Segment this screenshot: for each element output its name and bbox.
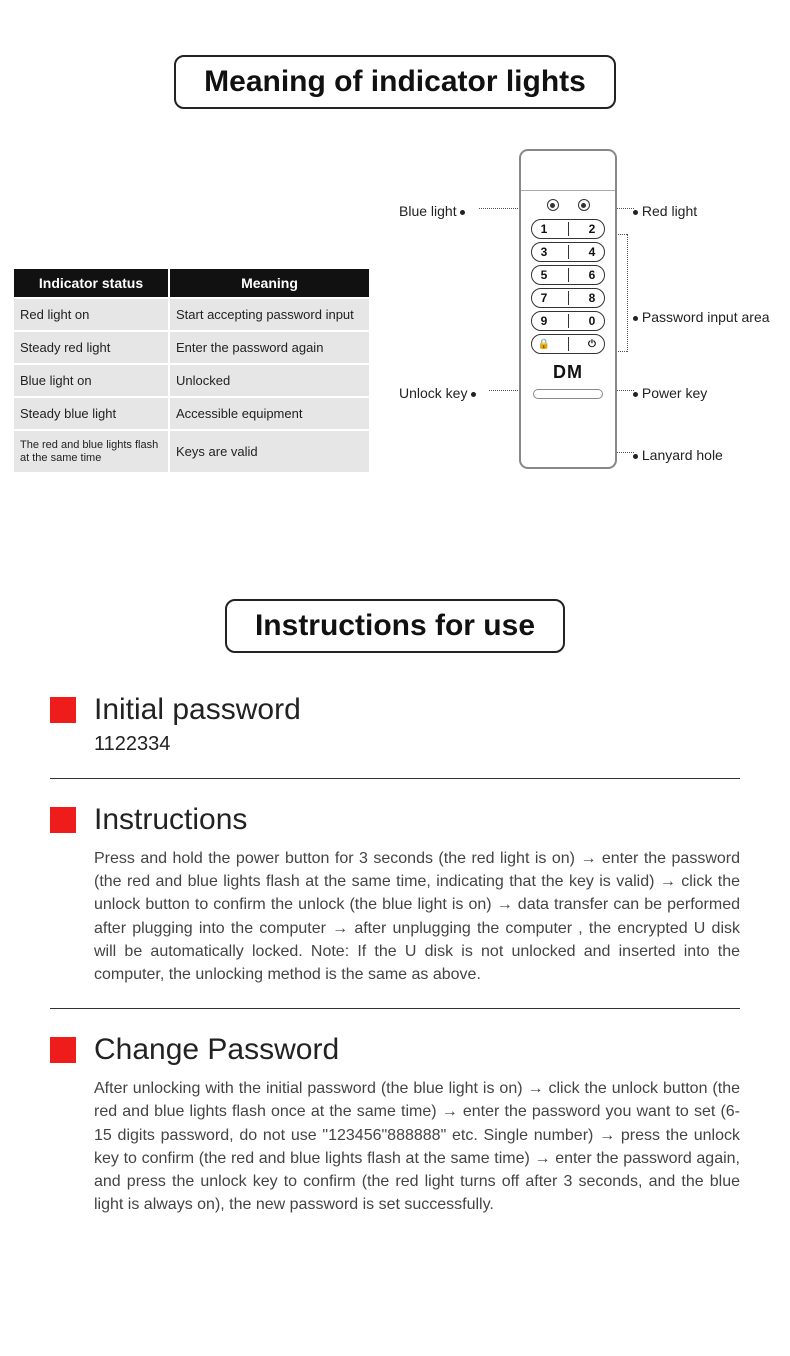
cell-meaning: Start accepting password input — [169, 298, 369, 331]
key-row: 90 — [531, 311, 605, 331]
red-led-icon — [578, 199, 590, 211]
cell-status: Steady red light — [14, 331, 169, 364]
cell-status: Steady blue light — [14, 397, 169, 430]
cell-meaning: Keys are valid — [169, 430, 369, 472]
heading-initial-password: Initial password — [94, 693, 301, 727]
callout-input-area: Password input area — [633, 309, 770, 325]
callout-unlock-key: Unlock key — [399, 385, 476, 401]
instructions-section: Initial password 1122334 Instructions Pr… — [0, 693, 790, 1238]
device-cap — [521, 151, 615, 191]
cell-meaning: Unlocked — [169, 364, 369, 397]
cell-status: The red and blue lights flash at the sam… — [14, 430, 169, 472]
device-body: 12 34 56 78 90 🔒 ⏻ DM — [519, 149, 617, 469]
keypad: 12 34 56 78 90 🔒 ⏻ — [521, 213, 615, 360]
key-row: 78 — [531, 288, 605, 308]
table-row: Steady red light Enter the password agai… — [14, 331, 369, 364]
device-diagram: Blue light Unlock key Red light Password… — [389, 149, 776, 509]
callout-power-key: Power key — [633, 385, 707, 401]
cell-meaning: Enter the password again — [169, 331, 369, 364]
initial-password-block: Initial password 1122334 — [50, 693, 740, 779]
cell-status: Blue light on — [14, 364, 169, 397]
table-row: Blue light on Unlocked — [14, 364, 369, 397]
cell-status: Red light on — [14, 298, 169, 331]
key-row: 34 — [531, 242, 605, 262]
lock-icon: 🔒 — [536, 339, 552, 350]
key-row-funcs: 🔒 ⏻ — [531, 334, 605, 354]
change-password-body: After unlocking with the initial passwor… — [94, 1077, 740, 1216]
red-bullet-icon — [50, 697, 76, 723]
table-row: The red and blue lights flash at the sam… — [14, 430, 369, 472]
callout-red-light: Red light — [633, 203, 697, 219]
change-password-block: Change Password After unlocking with the… — [50, 1033, 740, 1238]
indicator-row: Indicator status Meaning Red light on St… — [0, 149, 790, 509]
blue-led-icon — [547, 199, 559, 211]
device-brand: DM — [521, 362, 615, 383]
th-status: Indicator status — [14, 269, 169, 298]
section-title-indicator: Meaning of indicator lights — [174, 55, 616, 109]
cell-meaning: Accessible equipment — [169, 397, 369, 430]
th-meaning: Meaning — [169, 269, 369, 298]
heading-change-password: Change Password — [94, 1033, 339, 1067]
instructions-block: Instructions Press and hold the power bu… — [50, 803, 740, 1009]
indicator-table: Indicator status Meaning Red light on St… — [14, 269, 369, 472]
callout-blue-light: Blue light — [399, 203, 465, 219]
table-row: Steady blue light Accessible equipment — [14, 397, 369, 430]
key-row: 12 — [531, 219, 605, 239]
table-row: Red light on Start accepting password in… — [14, 298, 369, 331]
red-bullet-icon — [50, 807, 76, 833]
initial-password-value: 1122334 — [94, 733, 740, 756]
instructions-body: Press and hold the power button for 3 se… — [94, 847, 740, 986]
key-row: 56 — [531, 265, 605, 285]
heading-instructions: Instructions — [94, 803, 247, 837]
callout-lanyard: Lanyard hole — [633, 447, 723, 463]
red-bullet-icon — [50, 1037, 76, 1063]
section-title-instructions: Instructions for use — [225, 599, 565, 653]
power-icon: ⏻ — [584, 339, 600, 350]
lanyard-hole-icon — [533, 389, 603, 399]
